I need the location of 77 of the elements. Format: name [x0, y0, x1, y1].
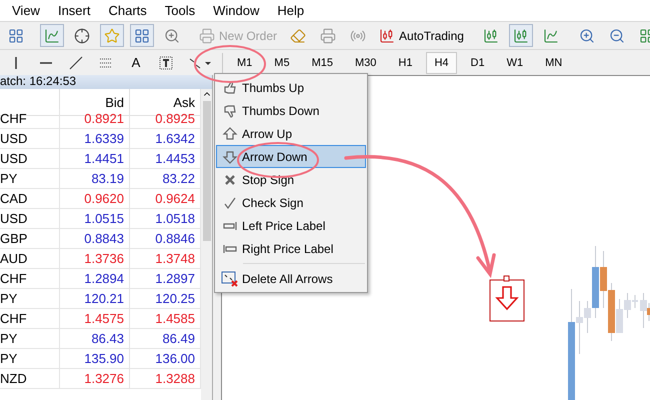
menu-item[interactable]: Tools: [164, 3, 206, 18]
bid-cell: 1.4451: [60, 149, 130, 169]
symbol-cell: USD: [0, 129, 60, 149]
star-icon: [104, 28, 120, 44]
scrollbar-thumb[interactable]: [202, 101, 210, 241]
timeframe-tab[interactable]: MN: [537, 52, 570, 74]
candlestick-icon: [512, 28, 529, 44]
arrow-down-icon: [222, 148, 238, 164]
menu-item[interactable]: Help: [277, 3, 316, 18]
trendline-icon: [68, 54, 84, 70]
symbol-cell: PY: [0, 169, 60, 189]
timeframe-tab[interactable]: M30: [346, 52, 384, 74]
symbol-cell: USD: [0, 149, 60, 169]
bid-cell: 135.90: [60, 349, 130, 369]
menu-item[interactable]: Thumbs Up: [216, 76, 366, 99]
zoom-in-icon: [578, 28, 595, 44]
tile-windows-icon: [638, 28, 650, 44]
autotrading-icon: [379, 28, 396, 44]
text-tool-button[interactable]: A: [124, 51, 148, 74]
symbol-cell: CHF: [0, 269, 60, 289]
menu-item[interactable]: Thumbs Down: [216, 99, 366, 122]
vertical-line-icon: [15, 56, 17, 68]
symbol-cell: CAD: [0, 189, 60, 209]
timeframe-tab[interactable]: M15: [304, 52, 341, 74]
menu-item[interactable]: Right Price Label: [216, 237, 366, 260]
menu-item[interactable]: Left Price Label: [216, 214, 366, 237]
printer-icon: [320, 28, 336, 44]
grid-icon: [134, 28, 150, 44]
arrows-caret-icon: [188, 56, 212, 70]
market-watch-title: atch: 16:24:53: [0, 75, 212, 89]
autotrading-button[interactable]: AutoTrading: [376, 24, 467, 47]
menu-item[interactable]: Check Sign: [216, 191, 366, 214]
symbol-cell: AUD: [0, 249, 60, 269]
symbol-cell: PY: [0, 289, 60, 309]
text-label-icon: [158, 54, 174, 70]
bid-cell: 0.8921: [60, 109, 130, 129]
bid-cell: 1.3276: [60, 369, 130, 389]
eraser-icon: [290, 28, 306, 44]
menu-item[interactable]: Arrow Up: [216, 122, 366, 145]
menu-item[interactable]: Arrow Down: [216, 145, 366, 168]
symbol-cell: CHF: [0, 309, 60, 329]
menu-item[interactable]: Insert: [58, 3, 102, 18]
crosshair-icon: [74, 28, 90, 44]
bid-cell: 1.0515: [60, 209, 130, 229]
arrow-down-object[interactable]: [489, 275, 526, 323]
magnifier-icon: [164, 28, 180, 44]
horizontal-line-icon: [40, 62, 52, 64]
menu-item[interactable]: Delete All Arrows: [216, 267, 366, 290]
bid-cell: 1.6339: [60, 129, 130, 149]
delete-arrows-icon: [220, 270, 238, 286]
bid-cell: 1.4575: [60, 309, 130, 329]
bid-cell: 120.21: [60, 289, 130, 309]
bid-cell: 83.19: [60, 169, 130, 189]
symbol-cell: GBP: [0, 229, 60, 249]
bid-cell: 1.2894: [60, 269, 130, 289]
timeframe-tab[interactable]: D1: [462, 52, 493, 74]
symbol-cell: CHF: [0, 109, 60, 129]
signal-icon: [350, 28, 366, 44]
timeframe-tab[interactable]: M5: [266, 52, 298, 74]
menu-item[interactable]: Window: [213, 3, 270, 18]
timeframe-tab[interactable]: W1: [498, 52, 532, 74]
zoom-out-icon: [608, 28, 625, 44]
bid-cell: 86.43: [60, 329, 130, 349]
thumbs-down-icon: [222, 102, 238, 118]
symbol-cell: NZD: [0, 369, 60, 389]
bid-cell: 0.8843: [60, 229, 130, 249]
arrow-up-icon: [222, 126, 238, 142]
timeframe-tab[interactable]: H4: [426, 52, 456, 74]
menu-item[interactable]: Charts: [108, 3, 158, 18]
timeframe-tab[interactable]: H1: [390, 52, 420, 74]
symbol-cell: PY: [0, 329, 60, 349]
bid-cell: 0.9620: [60, 189, 130, 209]
symbol-cell: PY: [0, 349, 60, 369]
line-chart-icon: [542, 28, 559, 44]
menu-item[interactable]: View: [12, 3, 51, 18]
symbol-cell: USD: [0, 209, 60, 229]
bid-cell: 1.3736: [60, 249, 130, 269]
